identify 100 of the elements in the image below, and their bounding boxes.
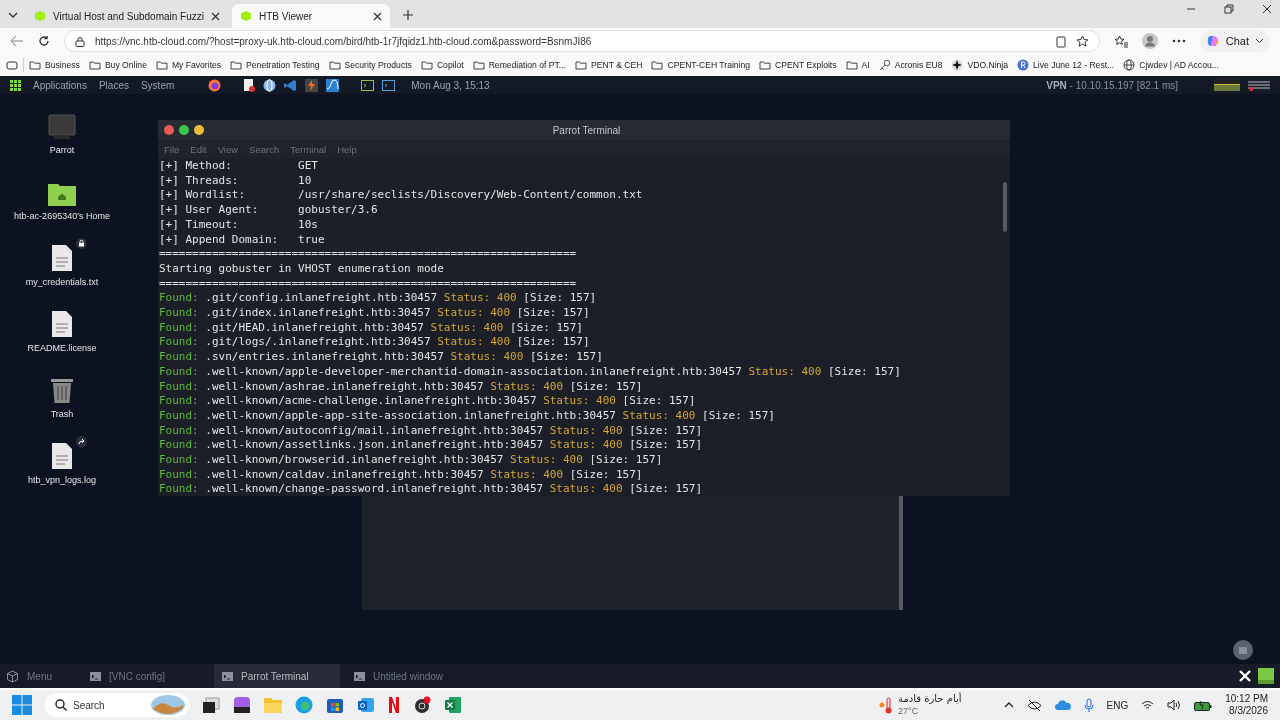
spreadsheet-icon[interactable] [444, 696, 462, 714]
bookmark[interactable]: Acronis EU8 [878, 59, 943, 71]
result-line: Found: .well-known/ashrae.inlanefreight.htb:30457 Status: 400 [Size: 157] [159, 379, 643, 393]
record-app-icon[interactable] [413, 696, 431, 714]
bookmark[interactable]: AI [845, 60, 870, 70]
wifi-icon[interactable] [1141, 700, 1155, 710]
cube-icon [6, 669, 19, 683]
folder-icon [29, 60, 41, 70]
n-logo-icon[interactable] [388, 696, 400, 714]
desktop-icon-label[interactable]: htb_vpn_logs.log [14, 474, 110, 486]
chevron-icon [1255, 38, 1264, 44]
panel-clock[interactable]: Mon Aug 3, 15:13 [411, 79, 490, 91]
letter-logo-icon [1017, 59, 1030, 71]
bookmark[interactable]: Business [29, 60, 80, 70]
bookmark[interactable]: Copilot [420, 60, 464, 70]
setting-value: 10 [298, 173, 313, 189]
folder-icon [88, 60, 101, 70]
setting-value: gobuster/3.6 [298, 203, 379, 218]
more-icon[interactable] [1171, 39, 1186, 43]
bookmark[interactable]: VDO.Ninja [951, 59, 1009, 71]
firefox-icon[interactable] [208, 78, 222, 92]
bookmark[interactable]: Penetration Testing [230, 60, 320, 70]
document-icon[interactable] [243, 78, 256, 92]
circle-icon[interactable] [1233, 640, 1253, 660]
bookmark[interactable]: My Favorites [155, 60, 222, 70]
cloud-icon[interactable] [1054, 700, 1071, 710]
document-icon[interactable] [51, 244, 73, 272]
window-title: Parrot Terminal [552, 124, 621, 136]
close-icon[interactable] [1262, 4, 1272, 14]
taskbar-time[interactable]: 10:12 PM [1225, 693, 1268, 705]
menu-button[interactable]: Menu [6, 669, 76, 683]
clipboard-icon[interactable] [1055, 34, 1066, 48]
setting-label: [+] Wordlist: [159, 188, 247, 204]
scrollbar[interactable] [1003, 182, 1007, 232]
maximize-button[interactable] [179, 125, 189, 135]
taskbar-window-button[interactable]: [VNC config] [82, 664, 208, 688]
terminal-icon[interactable] [382, 79, 396, 91]
panel-menu[interactable]: Applications [33, 79, 87, 91]
store-icon[interactable] [326, 696, 344, 714]
copilot-icon [1205, 34, 1220, 48]
microphone-icon[interactable] [1083, 697, 1094, 713]
speaker-icon[interactable] [1167, 699, 1182, 711]
weather-text[interactable]: أيام حارة قادمة [898, 693, 962, 705]
bookmark[interactable]: Live June 12 - Rest... [1017, 59, 1115, 71]
setting-label: [+] User Agent: [159, 203, 260, 218]
lightning-icon[interactable] [305, 78, 319, 92]
taskbar-window-button[interactable]: Untitled window [346, 664, 472, 688]
taskbar-date[interactable]: 8/3/2026 [1229, 705, 1268, 717]
task-view-icon[interactable] [202, 696, 220, 714]
code-editor-icon[interactable] [284, 78, 298, 92]
desktop-icon-label[interactable]: Trash [14, 408, 110, 420]
trash-icon[interactable] [50, 376, 74, 404]
bookmark[interactable]: CPENT Exploits [759, 60, 837, 70]
profile-icon[interactable] [1141, 33, 1158, 49]
window-icon [90, 671, 101, 681]
star-icon[interactable] [1075, 34, 1089, 48]
restore-icon[interactable] [1224, 4, 1234, 14]
cube-icon [240, 10, 252, 22]
close-icon[interactable] [211, 11, 220, 21]
document-icon[interactable] [51, 442, 73, 470]
collections-icon[interactable] [6, 60, 18, 70]
result-line: Found: .git/config.inlanefreight.htb:30457 Status: 400 [Size: 157] [159, 291, 597, 305]
bookmark[interactable]: Cjwdev | AD Accou... [1123, 59, 1219, 71]
bookmark[interactable]: Remediation of PT... [472, 60, 567, 70]
bookmark[interactable]: Security Products [328, 60, 412, 70]
eye-crossed-icon[interactable] [1026, 698, 1042, 712]
bookmark[interactable]: Buy Online [88, 60, 147, 70]
favorites-icon[interactable] [1113, 34, 1128, 48]
close-button[interactable] [164, 125, 174, 135]
desktop-icon-label[interactable]: README.license [14, 342, 110, 354]
desktop-icon-label[interactable]: htb-ac-2695340's Home [14, 210, 110, 222]
document-icon[interactable] [51, 310, 73, 338]
panel-menu[interactable]: System [140, 79, 175, 91]
app-grid-icon[interactable] [10, 79, 21, 91]
bookmark[interactable]: PENT & CEH [575, 60, 643, 70]
wave-icon[interactable] [326, 78, 340, 92]
close-icon[interactable] [373, 11, 382, 21]
address-bar[interactable]: https://vnc.htb-cloud.com/?host=proxy-uk.htb-cloud.com/bird/htb-1r7jfqidz1.htb-cloud.com&password=BsnmJI86 [64, 30, 1100, 52]
copilot-icon[interactable] [233, 696, 251, 714]
desktop-icon-label[interactable]: my_credentials.txt [14, 276, 110, 288]
battery-icon[interactable] [1194, 699, 1213, 711]
globe-icon[interactable] [263, 78, 277, 92]
temperature[interactable]: 27°C [898, 705, 962, 717]
minimize-button[interactable] [194, 125, 204, 135]
bookmark[interactable]: CPENT-CEH Training [651, 60, 751, 70]
home-folder-icon[interactable] [48, 182, 76, 206]
panel-menu[interactable]: Places [98, 79, 129, 91]
thermometer-icon[interactable] [879, 696, 894, 714]
browser-tab[interactable]: HTB Viewer [232, 4, 390, 28]
reload-icon[interactable] [38, 35, 50, 47]
taskbar-window-button[interactable]: Parrot Terminal [214, 664, 340, 688]
new-tab-icon[interactable] [402, 9, 414, 21]
chevron-up-icon[interactable] [1003, 702, 1014, 708]
chat-button[interactable]: Chat [1199, 30, 1270, 52]
terminal-icon[interactable] [361, 79, 375, 91]
status-message: Starting gobuster in VHOST enumeration mode [159, 261, 444, 275]
browser-icon[interactable] [295, 696, 313, 714]
mail-icon[interactable] [357, 696, 375, 714]
language-indicator[interactable]: ENG [1106, 699, 1129, 711]
desktop-icon-label[interactable]: Parrot [14, 144, 110, 156]
